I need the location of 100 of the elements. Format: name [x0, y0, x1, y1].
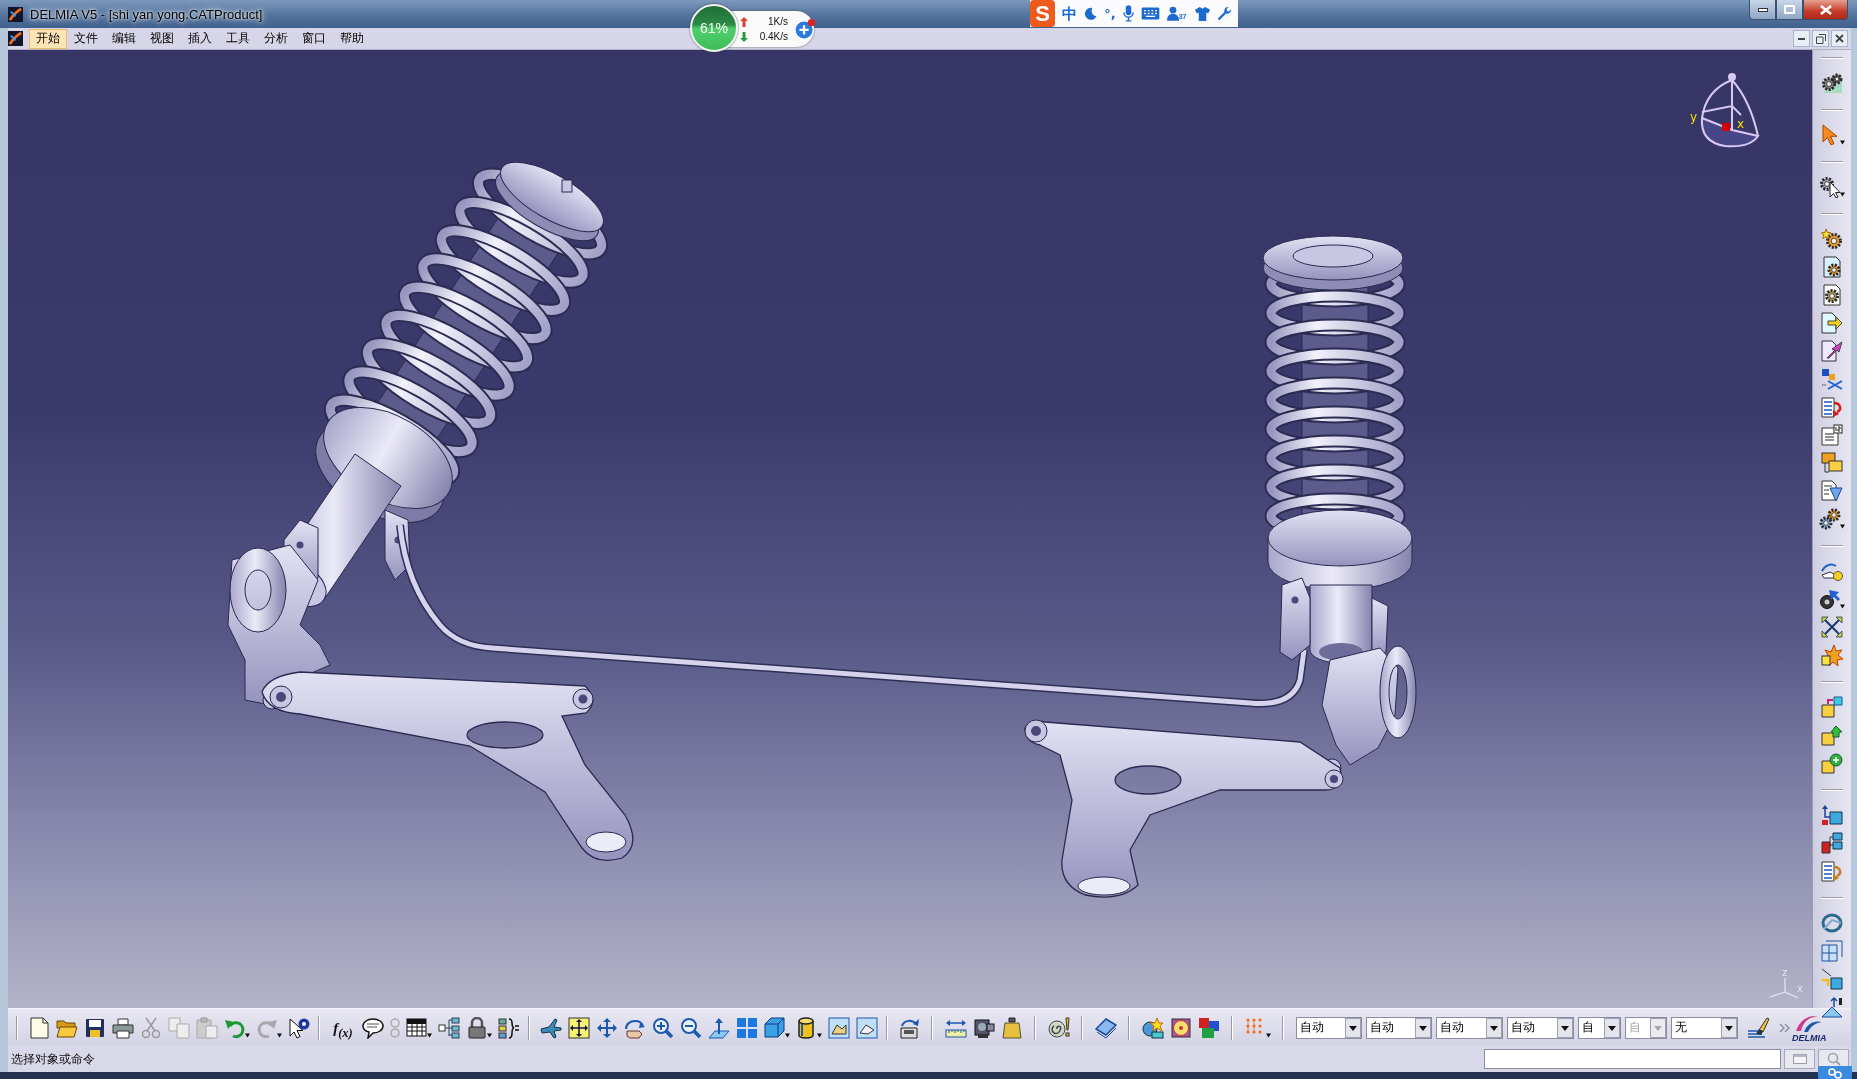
microphone-icon[interactable]: [1122, 5, 1134, 22]
cursor-icon[interactable]: [1819, 124, 1845, 146]
dropdown[interactable]: 自: [1578, 1016, 1621, 1039]
menu-item[interactable]: 插入: [181, 28, 219, 49]
spiral-alert-icon[interactable]: [1048, 1016, 1070, 1039]
formula-button[interactable]: f$_{(x)}$: [330, 1016, 356, 1039]
maximize-button[interactable]: [1776, 0, 1803, 20]
dropdown[interactable]: 自动: [1296, 1016, 1362, 1039]
cross-arrows-icon[interactable]: [1821, 616, 1843, 638]
gear-cursor-icon[interactable]: [1819, 176, 1845, 198]
table-grid-icon[interactable]: [406, 1016, 432, 1039]
keyboard-icon[interactable]: [1140, 7, 1160, 20]
menu-item[interactable]: 文件: [67, 28, 105, 49]
menu-item[interactable]: 工具: [219, 28, 257, 49]
speech-bubble-icon[interactable]: [362, 1016, 384, 1039]
window-icon[interactable]: [856, 1016, 878, 1039]
close-button[interactable]: [1831, 30, 1848, 47]
dropdown[interactable]: 无: [1671, 1016, 1738, 1039]
add-icon[interactable]: [794, 18, 816, 40]
gears-icon[interactable]: [1821, 72, 1843, 94]
moon-icon[interactable]: [1084, 7, 1098, 20]
color-cubes-icon[interactable]: [1198, 1016, 1220, 1039]
list-arrow-icon[interactable]: [1821, 860, 1843, 882]
menu-item[interactable]: 编辑: [105, 28, 143, 49]
list-braces-icon[interactable]: [498, 1016, 520, 1039]
menu-item[interactable]: 帮助: [333, 28, 371, 49]
new-document-icon[interactable]: [28, 1016, 50, 1039]
disc-icon[interactable]: [1170, 1016, 1192, 1039]
download-speed: 0.4K/s: [758, 30, 788, 44]
gear-pair-icon[interactable]: [1819, 508, 1845, 530]
more-chevron-icon[interactable]: [1779, 1022, 1790, 1033]
four-pane-icon[interactable]: [736, 1016, 758, 1039]
triangle-arrow-icon[interactable]: [1821, 996, 1843, 1018]
wheel-pointer-icon[interactable]: [1819, 588, 1845, 610]
menu-item[interactable]: 窗口: [295, 28, 333, 49]
dropdown[interactable]: 自动: [1436, 1016, 1503, 1039]
zoom-out-icon[interactable]: [680, 1016, 702, 1039]
dropdown[interactable]: 自动: [1507, 1016, 1574, 1039]
gear-page-icon[interactable]: [1821, 256, 1843, 278]
compass[interactable]: [1700, 73, 1759, 148]
padlock-icon[interactable]: [466, 1016, 492, 1039]
gear-page-icon[interactable]: [1821, 284, 1843, 306]
cube-list-icon[interactable]: [1821, 832, 1843, 854]
box-arrow-icon[interactable]: [1821, 724, 1843, 746]
minimize-button[interactable]: [1749, 0, 1776, 20]
app-icon[interactable]: [8, 31, 23, 46]
upload-speed: 1K/s: [767, 15, 788, 29]
fit-all-icon[interactable]: [568, 1016, 590, 1039]
menu-item[interactable]: 视图: [143, 28, 181, 49]
command-input-field[interactable]: [1484, 1049, 1781, 1069]
search-button[interactable]: [1818, 1049, 1849, 1069]
cylinder-icon[interactable]: [796, 1016, 822, 1039]
pan-icon[interactable]: [596, 1016, 618, 1039]
star-sphere-icon[interactable]: [1142, 1016, 1164, 1039]
numbered-page-icon[interactable]: [1821, 424, 1843, 446]
starburst-icon[interactable]: [1821, 644, 1843, 666]
page-arrow-icon[interactable]: [1821, 312, 1843, 334]
shirt-icon[interactable]: [1195, 6, 1210, 21]
input-mode-toggle[interactable]: 中: [1062, 4, 1078, 23]
airplane-icon[interactable]: [540, 1016, 562, 1039]
weight-icon[interactable]: [1001, 1016, 1023, 1039]
zoom-in-icon[interactable]: [652, 1016, 674, 1039]
stacked-boxes-icon[interactable]: [1821, 452, 1843, 474]
tray-icon[interactable]: [1818, 1066, 1852, 1079]
device-arrow-icon[interactable]: [898, 1016, 920, 1039]
arrows-box-icon[interactable]: [1821, 968, 1843, 990]
device-icon[interactable]: [973, 1016, 995, 1039]
cube-arrows-icon[interactable]: [1821, 804, 1843, 826]
close-icon: [1819, 4, 1832, 15]
dot-grid-icon[interactable]: [1245, 1016, 1271, 1039]
user-icon[interactable]: [1166, 6, 1179, 21]
minimize-button[interactable]: [1793, 30, 1810, 47]
menu-item[interactable]: 开始: [29, 28, 67, 49]
box-plus-icon[interactable]: [1821, 752, 1843, 774]
ring-icon[interactable]: [1821, 912, 1843, 934]
close-button[interactable]: [1803, 0, 1848, 20]
sheet-icon[interactable]: [1095, 1016, 1117, 1039]
box-arrow-icon[interactable]: [1821, 696, 1843, 718]
cubes-cross-icon[interactable]: [1821, 368, 1843, 390]
dropdown[interactable]: 自动: [1366, 1016, 1432, 1039]
printer-icon[interactable]: [112, 1016, 134, 1039]
restore-button[interactable]: [1812, 30, 1829, 47]
app-icon[interactable]: [8, 6, 23, 22]
caret-icon: [1415, 1017, 1431, 1038]
cube-icon[interactable]: [764, 1016, 790, 1039]
brush-icon[interactable]: [1746, 1016, 1770, 1039]
page-chart-icon[interactable]: [1821, 480, 1843, 502]
frame-box-icon[interactable]: [1821, 940, 1843, 962]
gear-star-icon[interactable]: [1821, 228, 1843, 250]
wrench-icon[interactable]: [1217, 6, 1232, 21]
tree-diagram-icon[interactable]: [438, 1016, 460, 1039]
plane-arrow-icon[interactable]: [708, 1016, 730, 1039]
list-arrow-icon[interactable]: [1821, 396, 1843, 418]
search-icon: [1826, 1052, 1841, 1066]
landscape-icon[interactable]: [828, 1016, 850, 1039]
minimize-icon: [1757, 7, 1768, 12]
cursor-dot-icon[interactable]: [288, 1016, 310, 1039]
menu-item[interactable]: 分析: [257, 28, 295, 49]
punctuation-toggle[interactable]: °,: [1104, 4, 1116, 23]
page-arrow-icon[interactable]: [1821, 340, 1843, 362]
